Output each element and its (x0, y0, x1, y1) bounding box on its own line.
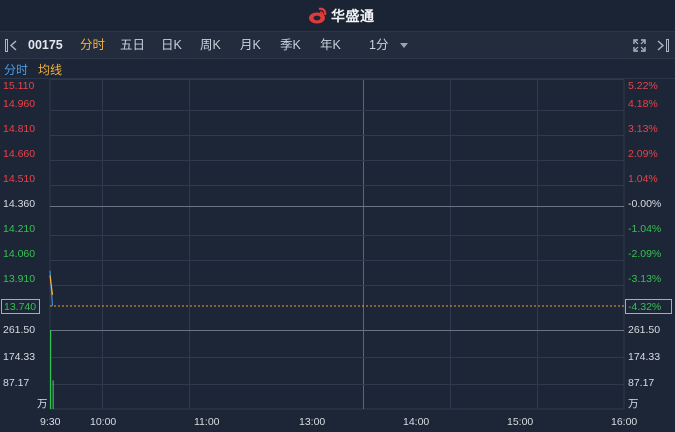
pct-tick-right: -0.00% (628, 198, 662, 210)
current-pct-label: -4.32% (625, 299, 673, 314)
volume-tick-right: 174.33 (628, 351, 661, 363)
collapse-left-icon[interactable] (5, 39, 19, 52)
volume-tick-left: 261.50 (3, 324, 36, 336)
intraday-chart (49, 79, 625, 410)
tab-monthly-k[interactable]: 月K (240, 32, 261, 58)
volume-bar (50, 330, 52, 409)
pct-tick-right: -3.13% (628, 273, 662, 285)
tab-weekly-k[interactable]: 周K (200, 32, 221, 58)
price-tick-left: 13.910 (3, 273, 36, 285)
price-tick-left: 14.060 (3, 248, 36, 260)
legend-avg-line[interactable]: 均线 (38, 61, 62, 78)
price-tick-left: 14.360 (3, 198, 36, 210)
tab-yearly-k[interactable]: 年K (320, 32, 341, 58)
pct-tick-right: 4.18% (628, 98, 658, 110)
current-price-label: 13.740 (1, 299, 41, 314)
tab-quarterly-k[interactable]: 季K (280, 32, 301, 58)
price-tick-left: 15.110 (3, 80, 35, 92)
pct-tick-right: -1.04% (628, 223, 662, 235)
pct-tick-right: 5.22% (628, 80, 658, 92)
chevron-down-icon (399, 42, 408, 48)
tab-five-day[interactable]: 五日 (120, 32, 145, 58)
pct-tick-right: 3.13% (628, 123, 658, 135)
time-tick: 9:30 (40, 416, 61, 428)
time-tick: 13:00 (299, 416, 326, 428)
huasheng-logo-icon (309, 7, 327, 24)
volume-tick-right: 261.50 (628, 324, 661, 336)
price-tick-left: 14.660 (3, 148, 36, 160)
title-bar: 华盛通 (0, 0, 675, 31)
volume-tick-left: 87.17 (3, 377, 30, 389)
price-tick-left: 14.210 (3, 223, 36, 235)
brand-name: 华盛通 (331, 8, 375, 24)
time-tick: 11:00 (194, 416, 220, 428)
fullscreen-icon[interactable] (633, 39, 646, 52)
price-tick-left: 14.510 (3, 173, 36, 185)
toolbar: 00175 分时 五日 日K 周K 月K 季K 年K 1分 (0, 31, 675, 59)
time-tick: 15:00 (507, 416, 534, 428)
legend-time-share[interactable]: 分时 (4, 61, 28, 78)
volume-bar (52, 380, 54, 409)
volume-tick-right: 87.17 (628, 377, 655, 389)
time-tick: 16:00 (611, 416, 638, 428)
price-tick-left: 14.810 (3, 123, 36, 135)
interval-value: 1分 (369, 38, 389, 52)
tab-daily-k[interactable]: 日K (161, 32, 182, 58)
price-tick-left: 14.960 (3, 98, 36, 110)
volume-tick-left: 174.33 (3, 351, 36, 363)
chart-area: 15.110 14.960 14.810 14.660 14.510 14.36… (0, 79, 675, 432)
interval-dropdown[interactable]: 1分 (369, 32, 408, 58)
pct-tick-right: -2.09% (628, 248, 662, 260)
time-tick: 10:00 (90, 416, 117, 428)
volume-unit-right: 万 (628, 398, 639, 410)
collapse-right-icon[interactable] (655, 39, 669, 52)
tab-time-share[interactable]: 分时 (80, 32, 105, 58)
stock-code: 00175 (28, 38, 63, 52)
pct-tick-right: 2.09% (628, 148, 658, 160)
time-tick: 14:00 (403, 416, 430, 428)
volume-unit-left: 万 (37, 398, 48, 410)
brand-logo: 华盛通 (308, 6, 375, 26)
indicator-bar: 分时 均线 (0, 59, 675, 79)
pct-tick-right: 1.04% (628, 173, 658, 185)
